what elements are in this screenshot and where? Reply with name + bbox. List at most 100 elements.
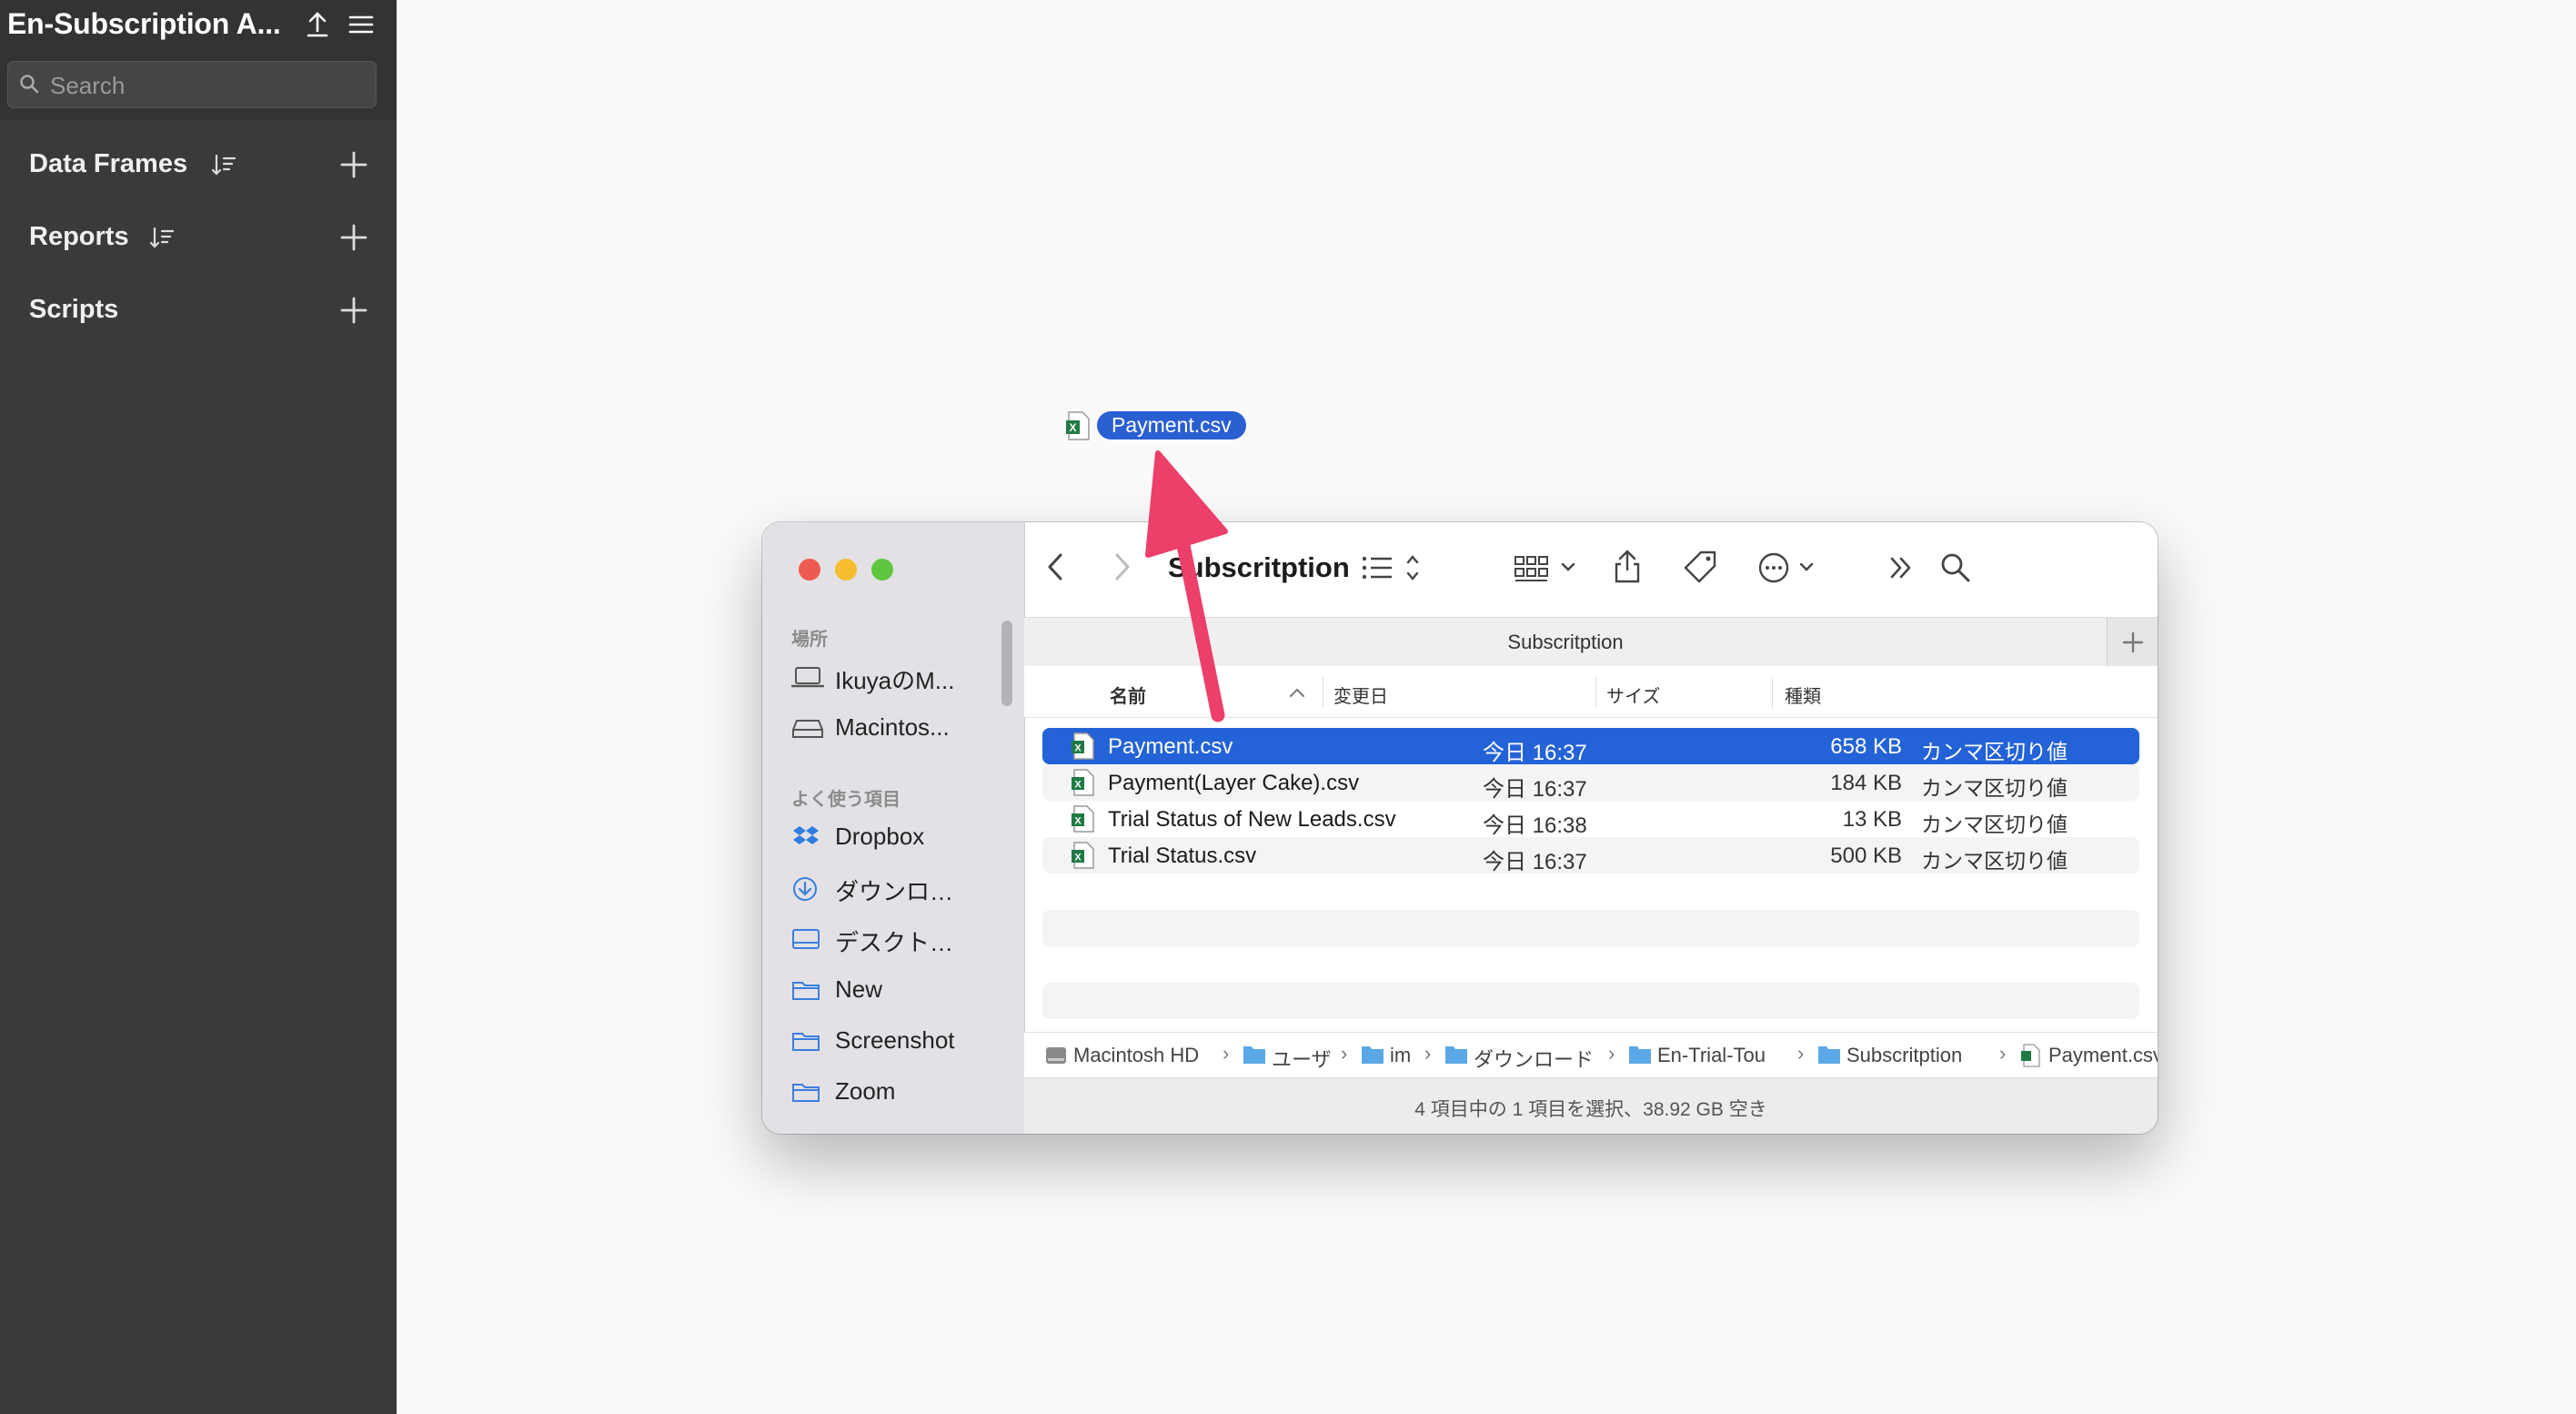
- sidebar-item-macintosh-hd[interactable]: Macintos...: [791, 710, 1001, 746]
- path-chevron-icon: ›: [1797, 1042, 1805, 1065]
- sidebar-group-locations: 場所: [791, 630, 828, 650]
- sidebar-item-label: デスクト…: [835, 929, 954, 956]
- column-kind[interactable]: 種類: [1785, 682, 1821, 708]
- file-size: 658 KB: [1830, 734, 1902, 759]
- csv-file-icon: X: [1070, 769, 1095, 801]
- file-name: Payment(Layer Cake).csv: [1108, 771, 1360, 795]
- column-separator[interactable]: [1595, 677, 1596, 708]
- toolbar-overflow-icon[interactable]: [1887, 553, 1916, 587]
- add-report-icon[interactable]: [338, 222, 369, 258]
- group-view-icon[interactable]: [1514, 551, 1583, 589]
- path-chevron-icon: ›: [1608, 1042, 1615, 1065]
- svg-text:X: X: [1074, 743, 1082, 754]
- folder-icon: [1628, 1044, 1652, 1071]
- sidebar-item-label: Screenshot: [835, 1026, 955, 1054]
- column-separator[interactable]: [1772, 677, 1773, 708]
- csv-file-icon: X: [1070, 805, 1095, 837]
- file-row-payment-layer-cake[interactable]: X Payment(Layer Cake).csv 今日 16:37 184 K…: [1042, 764, 2139, 802]
- new-tab-button[interactable]: [2107, 618, 2158, 667]
- sidebar-item-label: New: [835, 975, 883, 1003]
- upload-icon[interactable]: [306, 11, 329, 43]
- path-label: Payment.csv: [2048, 1044, 2158, 1066]
- sidebar-scrollbar[interactable]: [1001, 621, 1012, 706]
- file-date: 今日 16:38: [1483, 813, 1587, 838]
- file-name: Trial Status.csv: [1108, 843, 1257, 868]
- path-chevron-icon: ›: [1223, 1042, 1230, 1065]
- add-data-frame-icon[interactable]: [338, 149, 369, 185]
- add-script-icon[interactable]: [338, 295, 369, 330]
- sidebar-item-computer[interactable]: IkuyaのM...: [790, 659, 1001, 695]
- desktop-icon: [791, 926, 820, 956]
- list-view-icon[interactable]: [1359, 551, 1423, 589]
- file-date: 今日 16:37: [1483, 777, 1587, 802]
- file-row-trial-status[interactable]: X Trial Status.csv 今日 16:37 500 KB カンマ区切…: [1042, 837, 2139, 874]
- sidebar-item-dropbox[interactable]: Dropbox: [791, 819, 1001, 855]
- path-label: Subscritption: [1846, 1044, 1963, 1066]
- path-label: En-Trial-Tou: [1657, 1044, 1766, 1066]
- sidebar-item-screenshot[interactable]: Screenshot: [791, 1023, 1001, 1059]
- file-date: 今日 16:37: [1483, 741, 1587, 765]
- folder-icon: [1243, 1044, 1266, 1071]
- share-icon[interactable]: [1612, 548, 1643, 589]
- section-reports[interactable]: Reports: [0, 211, 397, 266]
- sort-ascending-icon[interactable]: [1288, 686, 1306, 703]
- finder-window: 場所 IkuyaのM... Macintos... よく使う項目 Dropbox…: [762, 522, 2158, 1134]
- file-name: Trial Status of New Leads.csv: [1108, 807, 1396, 832]
- sidebar-item-label: Dropbox: [835, 823, 925, 850]
- back-button[interactable]: [1044, 551, 1068, 587]
- csv-file-icon: X: [1070, 842, 1095, 874]
- path-label: im: [1390, 1044, 1412, 1066]
- file-size: 13 KB: [1842, 807, 1902, 832]
- dropbox-icon: [791, 824, 820, 854]
- sidebar-item-downloads[interactable]: ダウンロ…: [791, 870, 1001, 906]
- sort-icon[interactable]: [149, 226, 175, 256]
- section-data-frames[interactable]: Data Frames: [0, 138, 397, 193]
- path-bar: Macintosh HD › ユーザ › im › ダウンロード › En-Tr…: [1024, 1032, 2158, 1078]
- search-icon[interactable]: [1939, 551, 1972, 589]
- app-title: En-Subscription A...: [7, 7, 281, 40]
- home-folder-icon: [1361, 1044, 1384, 1071]
- search-input[interactable]: [48, 69, 370, 102]
- svg-text:X: X: [1074, 853, 1082, 864]
- zoom-window-button[interactable]: [871, 559, 893, 581]
- folder-icon: [791, 977, 820, 1007]
- search-box[interactable]: [7, 61, 377, 108]
- section-label: Reports: [29, 222, 129, 251]
- sidebar-item-desktop[interactable]: デスクト…: [791, 921, 1001, 957]
- section-scripts[interactable]: Scripts: [0, 284, 397, 338]
- close-window-button[interactable]: [799, 559, 820, 581]
- column-size[interactable]: サイズ: [1606, 682, 1660, 708]
- column-date[interactable]: 変更日: [1333, 682, 1388, 708]
- file-kind: カンマ区切り値: [1921, 776, 2068, 800]
- file-size: 500 KB: [1830, 843, 1902, 868]
- path-chevron-icon: ›: [1341, 1042, 1348, 1065]
- svg-text:X: X: [1069, 421, 1076, 434]
- file-row-trial-status-new-leads[interactable]: X Trial Status of New Leads.csv 今日 16:38…: [1042, 801, 2139, 838]
- empty-row: [1042, 983, 2139, 1019]
- sidebar-item-new[interactable]: New: [791, 972, 1001, 1008]
- sort-icon[interactable]: [211, 153, 236, 183]
- folder-icon: [791, 1028, 820, 1058]
- section-label: Scripts: [29, 295, 119, 324]
- file-kind: カンマ区切り値: [1921, 813, 2068, 836]
- path-chevron-icon: ›: [1424, 1042, 1432, 1065]
- path-label: ユーザ: [1272, 1048, 1332, 1071]
- sidebar-group-favorites: よく使う項目: [791, 790, 901, 810]
- csv-file-icon: X: [1064, 411, 1092, 445]
- section-label: Data Frames: [29, 149, 188, 178]
- tag-icon[interactable]: [1683, 550, 1719, 589]
- sidebar-item-label: Macintos...: [835, 713, 950, 741]
- svg-text:X: X: [1074, 816, 1082, 827]
- drive-icon: [791, 715, 824, 745]
- dragged-file-name: Payment.csv: [1097, 411, 1246, 439]
- minimize-window-button[interactable]: [835, 559, 857, 581]
- folder-icon: [791, 1079, 820, 1109]
- more-actions-icon[interactable]: [1757, 551, 1823, 589]
- sidebar-item-zoom[interactable]: Zoom: [791, 1074, 1001, 1110]
- menu-icon[interactable]: [347, 11, 375, 43]
- file-row-payment[interactable]: X Payment.csv 今日 16:37 658 KB カンマ区切り値: [1042, 728, 2139, 765]
- file-kind: カンマ区切り値: [1921, 849, 2068, 873]
- csv-file-icon: X: [1070, 732, 1095, 764]
- file-size: 184 KB: [1830, 771, 1902, 795]
- download-icon: [791, 875, 820, 907]
